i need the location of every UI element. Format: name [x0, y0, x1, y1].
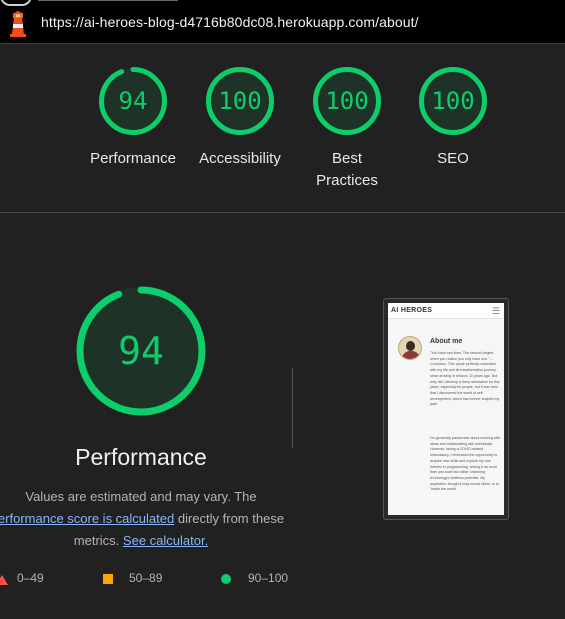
gauge-score: 94	[118, 87, 148, 115]
gauge-seo[interactable]: 100	[418, 66, 488, 136]
see-calculator-link[interactable]: See calculator.	[123, 533, 208, 548]
average-square-icon	[103, 574, 113, 584]
tab-strip-line	[38, 0, 178, 1]
section-divider	[0, 212, 565, 213]
performance-main-title: Performance	[75, 444, 207, 470]
desc-line: metrics. See calculator.	[0, 530, 302, 552]
avatar-head	[406, 341, 415, 351]
avatar	[398, 336, 422, 360]
gauge-accessibility[interactable]: 100	[205, 66, 275, 136]
desc-line: Values are estimated and may vary. The	[25, 489, 257, 504]
thumbnail-paragraph: I'm genuinely passionate about working w…	[430, 436, 501, 492]
lighthouse-icon	[10, 11, 26, 37]
thumbnail-page: AI HEROES ☰ About me "You have two lives…	[388, 303, 504, 515]
thumbnail-header: AI HEROES ☰	[388, 303, 504, 319]
address-bar-border	[0, 43, 565, 44]
gauge-score: 100	[431, 87, 475, 115]
gauge-best-practices[interactable]: 100	[312, 66, 382, 136]
desc-line: erformance score is calculated directly …	[0, 508, 302, 530]
performance-score-link[interactable]: erformance score is calculated	[0, 511, 174, 526]
fail-triangle-icon	[0, 575, 8, 585]
thumbnail-heading: About me	[430, 338, 463, 345]
legend-pass-range: 90–100	[248, 571, 289, 585]
thumbnail-paragraph: "You have two lives. The second begins w…	[430, 351, 500, 407]
gauge-score: 100	[325, 87, 369, 115]
gauge-label-accessibility: Accessibility	[199, 150, 281, 167]
gauge-score: 100	[218, 87, 262, 115]
page-screenshot-thumbnail[interactable]: AI HEROES ☰ About me "You have two lives…	[383, 298, 509, 520]
performance-description: Values are estimated and may vary. The e…	[0, 486, 302, 552]
legend-fail-range: 0–49	[17, 571, 44, 585]
gauge-label-performance: Performance	[90, 150, 176, 167]
performance-main-score: 94	[118, 329, 164, 373]
desc-text: metrics.	[73, 533, 123, 548]
gauge-label-line: Best	[331, 150, 362, 167]
pass-circle-icon	[221, 574, 231, 584]
avatar-body	[402, 351, 420, 359]
vertical-divider	[292, 368, 293, 448]
gauge-label-best-practices: Best Practices	[287, 148, 407, 192]
gauge-label-line: Practices	[316, 172, 378, 189]
hamburger-menu-icon: ☰	[491, 306, 500, 316]
address-bar: https://ai-heroes-blog-d4716b80dc08.hero…	[0, 0, 565, 43]
thumbnail-logo: AI HEROES	[391, 307, 433, 314]
legend-average-range: 50–89	[129, 571, 163, 585]
gauge-performance[interactable]: 94	[98, 66, 168, 136]
desc-text: directly from these	[174, 511, 285, 526]
gauge-label-seo: SEO	[437, 150, 469, 167]
performance-main-gauge: 94	[75, 285, 207, 417]
tab-fragment	[0, 0, 32, 6]
url-text[interactable]: https://ai-heroes-blog-d4716b80dc08.hero…	[41, 14, 419, 30]
